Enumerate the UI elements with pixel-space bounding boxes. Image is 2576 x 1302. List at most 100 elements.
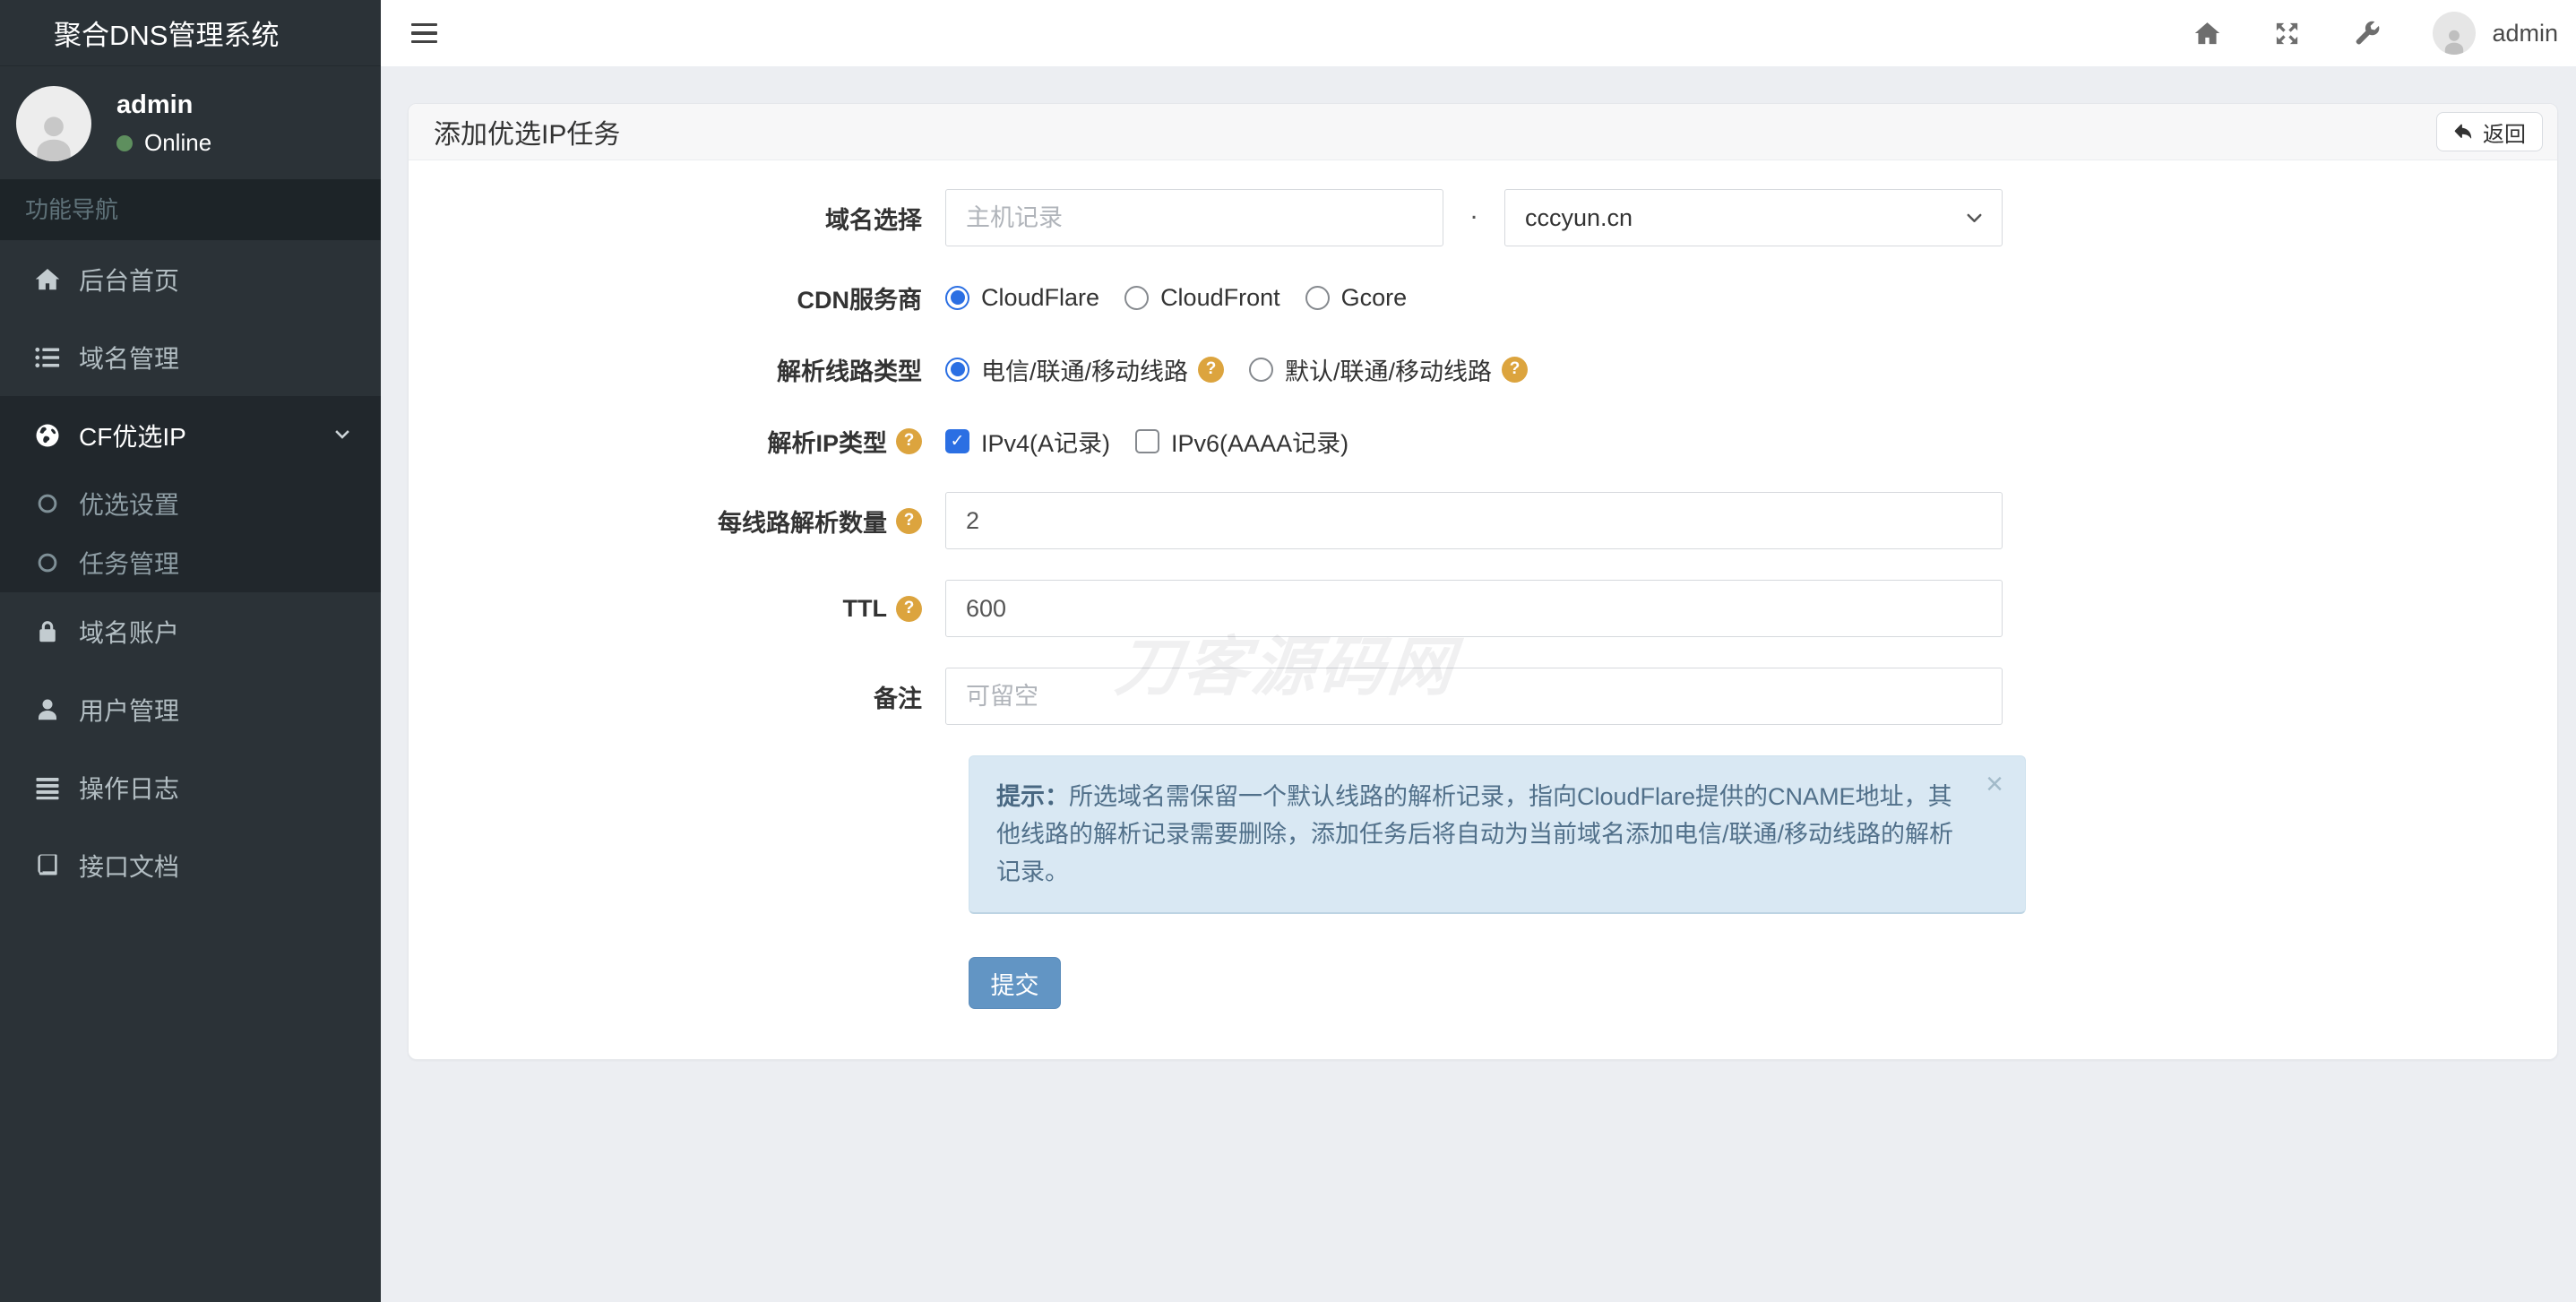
sidebar-item-domains[interactable]: 域名管理 xyxy=(0,318,381,396)
reply-icon xyxy=(2453,122,2473,142)
expand-arrows-icon xyxy=(2273,20,2301,47)
sidebar-subitem-label: 优选设置 xyxy=(79,491,180,519)
book-icon xyxy=(34,852,61,879)
sidebar-toggle-button[interactable] xyxy=(408,18,441,49)
avatar xyxy=(16,86,91,161)
form-row-domain: 域名选择 . cccyun.cn xyxy=(434,189,2532,246)
remark-label: 备注 xyxy=(874,685,922,712)
globe-icon xyxy=(34,422,61,449)
sidebar-username: admin xyxy=(116,91,194,119)
wrench-icon xyxy=(2353,20,2381,47)
sidebar-subitem-task-management[interactable]: 任务管理 xyxy=(0,533,381,592)
online-status-label: Online xyxy=(144,129,212,156)
host-record-input[interactable] xyxy=(945,189,1443,246)
user-menu[interactable]: admin xyxy=(2433,12,2558,55)
radio-isp-lines[interactable]: 电信/联通/移动线路 ? xyxy=(945,352,1225,387)
sidebar-item-cf-ip[interactable]: CF优选IP xyxy=(0,396,381,474)
checkbox-ipv4[interactable]: ✓ IPv4(A记录) xyxy=(945,424,1110,459)
sidebar-group-cf-ip: CF优选IP 优选设置 任务管理 xyxy=(0,396,381,592)
help-icon[interactable]: ? xyxy=(896,507,922,534)
sidebar-subitem-label: 任务管理 xyxy=(79,550,180,578)
panel-header: 添加优选IP任务 返回 xyxy=(409,104,2557,160)
sidebar-item-user-management[interactable]: 用户管理 xyxy=(0,670,381,748)
app-title: 聚合DNS管理系统 xyxy=(0,0,381,66)
line-type-label: 解析线路类型 xyxy=(777,358,922,385)
form-row-cdn: CDN服务商 CloudFlare CloudFront Gcore xyxy=(434,277,2532,318)
person-icon xyxy=(2439,24,2469,55)
home-icon xyxy=(34,266,61,293)
ttl-input[interactable] xyxy=(945,580,2003,637)
per-line-count-label: 每线路解析数量 xyxy=(718,509,887,537)
sidebar-item-operation-logs[interactable]: 操作日志 xyxy=(0,748,381,826)
page-title: 添加优选IP任务 xyxy=(434,120,621,150)
circle-o-icon xyxy=(36,492,59,515)
topbar-username: admin xyxy=(2492,19,2558,47)
sidebar-item-dashboard[interactable]: 后台首页 xyxy=(0,240,381,318)
help-icon[interactable]: ? xyxy=(896,595,922,622)
sidebar-subitem-preferred-settings[interactable]: 优选设置 xyxy=(0,474,381,533)
topbar: admin xyxy=(381,0,2576,66)
user-icon xyxy=(34,696,61,723)
radio-icon xyxy=(945,285,969,310)
lock-icon xyxy=(34,618,61,645)
per-line-count-input[interactable] xyxy=(945,492,2003,549)
sidebar-item-label: 接口文档 xyxy=(79,852,180,881)
form-row-ttl: TTL ? xyxy=(434,580,2532,637)
chevron-down-icon xyxy=(331,424,354,447)
sidebar-user-panel: admin Online xyxy=(0,66,381,179)
radio-gcore[interactable]: Gcore xyxy=(1305,284,1407,312)
content-area: 添加优选IP任务 返回 刀客源码网 域名选择 . cccyun.cn xyxy=(381,66,2576,1302)
home-icon xyxy=(2193,20,2221,47)
list-icon xyxy=(34,344,61,371)
sidebar-item-api-docs[interactable]: 接口文档 xyxy=(0,826,381,904)
sidebar-item-label: 后台首页 xyxy=(79,266,180,295)
form-body: 刀客源码网 域名选择 . cccyun.cn CDN服务商 xyxy=(409,160,2557,1059)
radio-icon xyxy=(1305,285,1330,310)
avatar xyxy=(2433,12,2477,55)
sidebar: 聚合DNS管理系统 admin Online 功能导航 后台首页 域名管理 CF… xyxy=(0,0,381,1302)
cdn-label: CDN服务商 xyxy=(797,286,923,314)
domain-select-wrap: cccyun.cn xyxy=(1504,189,2003,246)
help-icon[interactable]: ? xyxy=(1198,356,1225,383)
help-icon[interactable]: ? xyxy=(1502,356,1529,383)
settings-button[interactable] xyxy=(2353,20,2381,47)
ip-type-label: 解析IP类型 xyxy=(767,429,887,457)
circle-o-icon xyxy=(36,551,59,574)
sidebar-item-label: 域名管理 xyxy=(79,344,180,373)
domain-separator: . xyxy=(1469,195,1478,225)
form-row-line-type: 解析线路类型 电信/联通/移动线路 ? 默认/联通/移动线路 ? xyxy=(434,349,2532,390)
back-button[interactable]: 返回 xyxy=(2436,112,2543,151)
close-icon[interactable]: × xyxy=(1986,769,2003,799)
radio-icon xyxy=(1249,357,1274,382)
help-icon[interactable]: ? xyxy=(896,427,922,454)
sidebar-item-label: 操作日志 xyxy=(79,774,180,803)
form-row-ip-type: 解析IP类型 ? ✓ IPv4(A记录) IPv6(AAAA记录) xyxy=(434,420,2532,461)
domain-select[interactable]: cccyun.cn xyxy=(1504,189,2003,246)
radio-cloudflare[interactable]: CloudFlare xyxy=(945,284,1099,312)
submit-button[interactable]: 提交 xyxy=(969,957,1061,1009)
lines-icon xyxy=(34,774,61,801)
domain-label: 域名选择 xyxy=(825,206,922,234)
radio-icon xyxy=(1124,285,1150,310)
sidebar-section-label: 功能导航 xyxy=(0,179,381,240)
alert-text: 所选域名需保留一个默认线路的解析记录，指向CloudFlare提供的CNAME地… xyxy=(996,783,1954,885)
checkbox-ipv6[interactable]: IPv6(AAAA记录) xyxy=(1135,424,1348,459)
radio-cloudfront[interactable]: CloudFront xyxy=(1124,284,1280,312)
form-row-per-line-count: 每线路解析数量 ? xyxy=(434,492,2532,549)
ttl-label: TTL xyxy=(842,594,887,622)
person-icon xyxy=(26,106,82,161)
fullscreen-button[interactable] xyxy=(2273,20,2301,47)
back-button-label: 返回 xyxy=(2483,122,2526,147)
alert-prefix: 提示： xyxy=(996,783,1069,810)
sidebar-item-domain-accounts[interactable]: 域名账户 xyxy=(0,592,381,670)
radio-default-lines[interactable]: 默认/联通/移动线路 ? xyxy=(1249,352,1529,387)
sidebar-item-label: 域名账户 xyxy=(79,618,180,647)
sidebar-item-label: 用户管理 xyxy=(79,696,180,725)
radio-icon xyxy=(945,357,969,382)
add-task-panel: 添加优选IP任务 返回 刀客源码网 域名选择 . cccyun.cn xyxy=(408,103,2558,1060)
online-status-dot xyxy=(116,134,133,151)
remark-input[interactable] xyxy=(945,668,2003,725)
home-button[interactable] xyxy=(2193,20,2221,47)
checkbox-icon: ✓ xyxy=(945,428,969,453)
hamburger-icon xyxy=(411,22,437,27)
